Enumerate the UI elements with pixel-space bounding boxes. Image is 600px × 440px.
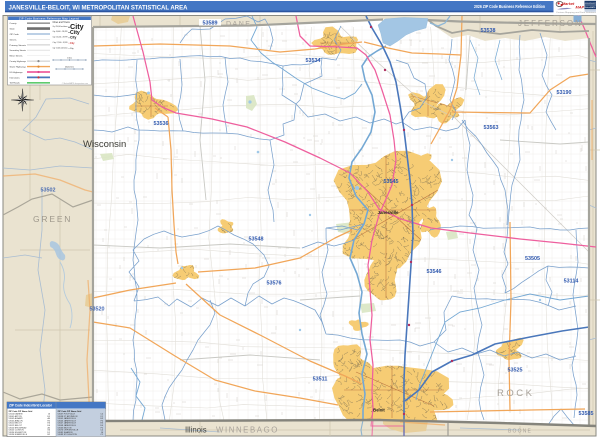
svg-text:53534: 53534 [306,58,321,64]
svg-text:City: 10,000 - 49,999: City: 10,000 - 49,999 [53,36,68,39]
svg-text:Streets: Streets [10,38,18,41]
svg-text:City: 2,500 and below: City: 2,500 and below [53,46,69,49]
svg-text:53548: 53548 [249,237,264,243]
svg-text:GREEN: GREEN [33,214,72,224]
svg-text:Toll Roads: Toll Roads [10,83,21,85]
svg-text:BOONE: BOONE [508,429,532,435]
svg-text:Interstates: Interstates [10,76,21,79]
svg-text:JANESVILLE-BELOIT, WI METROPOL: JANESVILLE-BELOIT, WI METROPOLITAN STATI… [9,5,188,12]
svg-text:53545: 53545 [384,179,399,185]
svg-text:Primary Streets: Primary Streets [10,44,27,47]
svg-text:53546: 53546 [427,269,442,275]
svg-text:53536: 53536 [154,121,169,127]
svg-text:53589 STOUGHTON: 53589 STOUGHTON [58,434,78,436]
svg-text:Secondary Streets: Secondary Streets [10,49,27,52]
svg-text:Illinois: Illinois [185,426,207,435]
svg-text:City: 250,000 and above: City: 250,000 and above [53,25,68,28]
svg-text:ZIP Code Business Reference Ma: ZIP Code Business Reference Map Legend [19,16,80,20]
svg-text:Janesville: Janesville [378,210,400,215]
svg-text:ZIP Code: ZIP Code [10,34,20,36]
svg-text:Wisconsin: Wisconsin [83,139,126,150]
svg-text:© MarketMAPS dmapsstore.com: © MarketMAPS dmapsstore.com [62,82,89,85]
svg-text:US Highways: US Highways [10,72,24,74]
svg-text:Beloit: Beloit [373,408,385,413]
svg-text:County: County [10,22,18,25]
svg-text:City: 50,000 - 249,999: City: 50,000 - 249,999 [53,30,68,33]
svg-text:miles: miles [67,57,72,59]
svg-text:Cities and Towns: Cities and Towns [53,21,71,24]
svg-text:kilometers: kilometers [65,65,74,68]
svg-text:City: City [70,42,75,45]
svg-text:53505: 53505 [525,256,540,262]
svg-text:53538: 53538 [481,28,496,34]
svg-text:Minor Streets: Minor Streets [10,55,24,58]
svg-text:State: State [10,28,16,31]
svg-text:JEFFERSON: JEFFERSON [518,19,583,28]
svg-text:53536 EVANSVILLE: 53536 EVANSVILLE [9,433,28,436]
svg-text:53563: 53563 [484,125,499,131]
svg-text:53520: 53520 [90,307,105,313]
svg-text:DANE: DANE [226,21,251,28]
svg-text:53525: 53525 [508,368,523,374]
svg-text:53190: 53190 [557,90,572,96]
svg-text:53585: 53585 [579,411,594,417]
svg-text:MarketMAPS: MarketMAPS [585,6,596,9]
svg-text:53589: 53589 [203,21,218,27]
svg-text:53576: 53576 [267,281,282,287]
svg-text:WINNEBAGO: WINNEBAGO [216,426,279,435]
svg-text:2026 ZIP Code Business Referen: 2026 ZIP Code Business Reference Edition [474,4,545,9]
svg-text:53502: 53502 [41,188,56,194]
svg-text:Market: Market [562,2,575,6]
svg-text:City: City [70,36,77,40]
svg-text:State Highways: State Highways [10,66,27,69]
svg-text:ROCK: ROCK [497,388,534,399]
svg-text:City: 2,500 - 9,999: City: 2,500 - 9,999 [53,41,68,44]
svg-text:Milton: Milton [434,107,441,111]
svg-text:53114: 53114 [564,279,579,285]
svg-text:53511: 53511 [313,377,328,383]
svg-text:ZIP Code Index/Grid Locator: ZIP Code Index/Grid Locator [9,404,53,408]
svg-text:1-800-929-6277: 1-800-929-6277 [584,3,597,5]
svg-text:County Highways: County Highways [10,60,27,63]
